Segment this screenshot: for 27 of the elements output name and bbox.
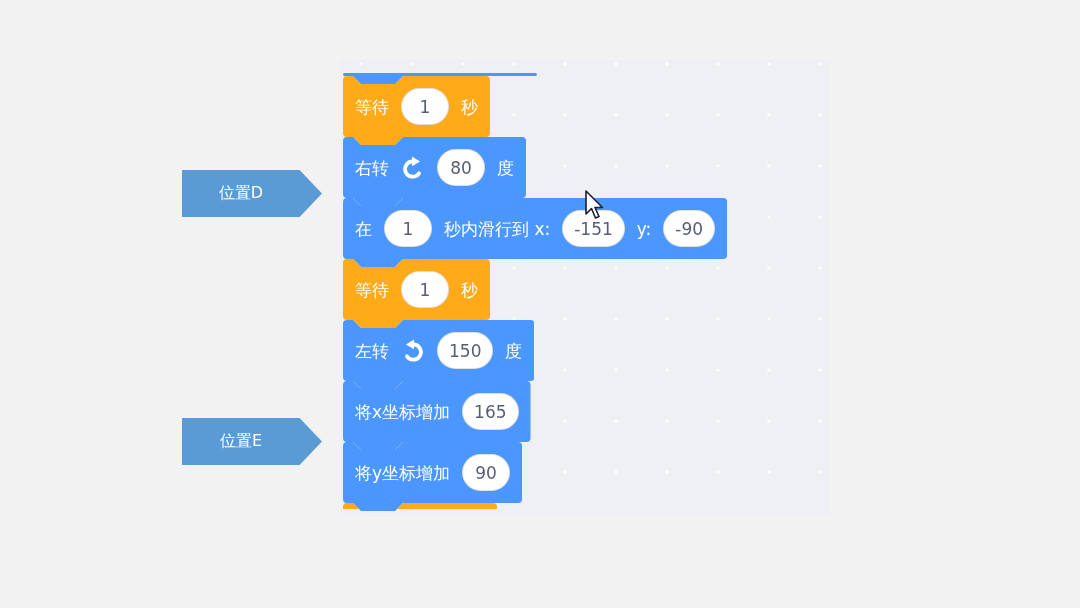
number-field[interactable]: 1 <box>384 210 432 247</box>
block-label: 左转 <box>355 339 389 362</box>
number-field[interactable]: 165 <box>462 393 519 430</box>
position-callout: 位置E <box>182 418 322 465</box>
block-label: 秒 <box>461 95 478 118</box>
number-field[interactable]: -151 <box>562 210 625 247</box>
number-field[interactable]: -90 <box>663 210 716 247</box>
block-label: 等待 <box>355 95 389 118</box>
block-label: 度 <box>505 339 523 362</box>
mouse-pointer-icon <box>585 190 604 220</box>
block-label: 度 <box>497 156 514 179</box>
block-label: 右转 <box>355 156 389 179</box>
number-field[interactable]: 1 <box>401 271 449 308</box>
block-label: 等待 <box>355 278 389 301</box>
block-label: 在 <box>355 217 372 240</box>
code-block[interactable]: 在 1 秒内滑行到 x: -151 y: -90 <box>343 198 728 267</box>
block-label: 秒 <box>461 278 478 301</box>
block-label: 将y坐标增加 <box>355 461 451 484</box>
block-label: 将x坐标增加 <box>355 400 451 423</box>
code-block[interactable]: 将y坐标增加 90 <box>343 442 523 511</box>
number-field[interactable]: 150 <box>437 332 494 369</box>
number-field[interactable]: 90 <box>462 454 511 491</box>
number-field[interactable]: 1 <box>401 88 449 125</box>
block-label: y: <box>636 217 652 240</box>
number-field[interactable]: 80 <box>437 149 485 186</box>
block-label: 秒内滑行到 x: <box>444 217 551 240</box>
position-callout: 位置D <box>182 170 322 217</box>
